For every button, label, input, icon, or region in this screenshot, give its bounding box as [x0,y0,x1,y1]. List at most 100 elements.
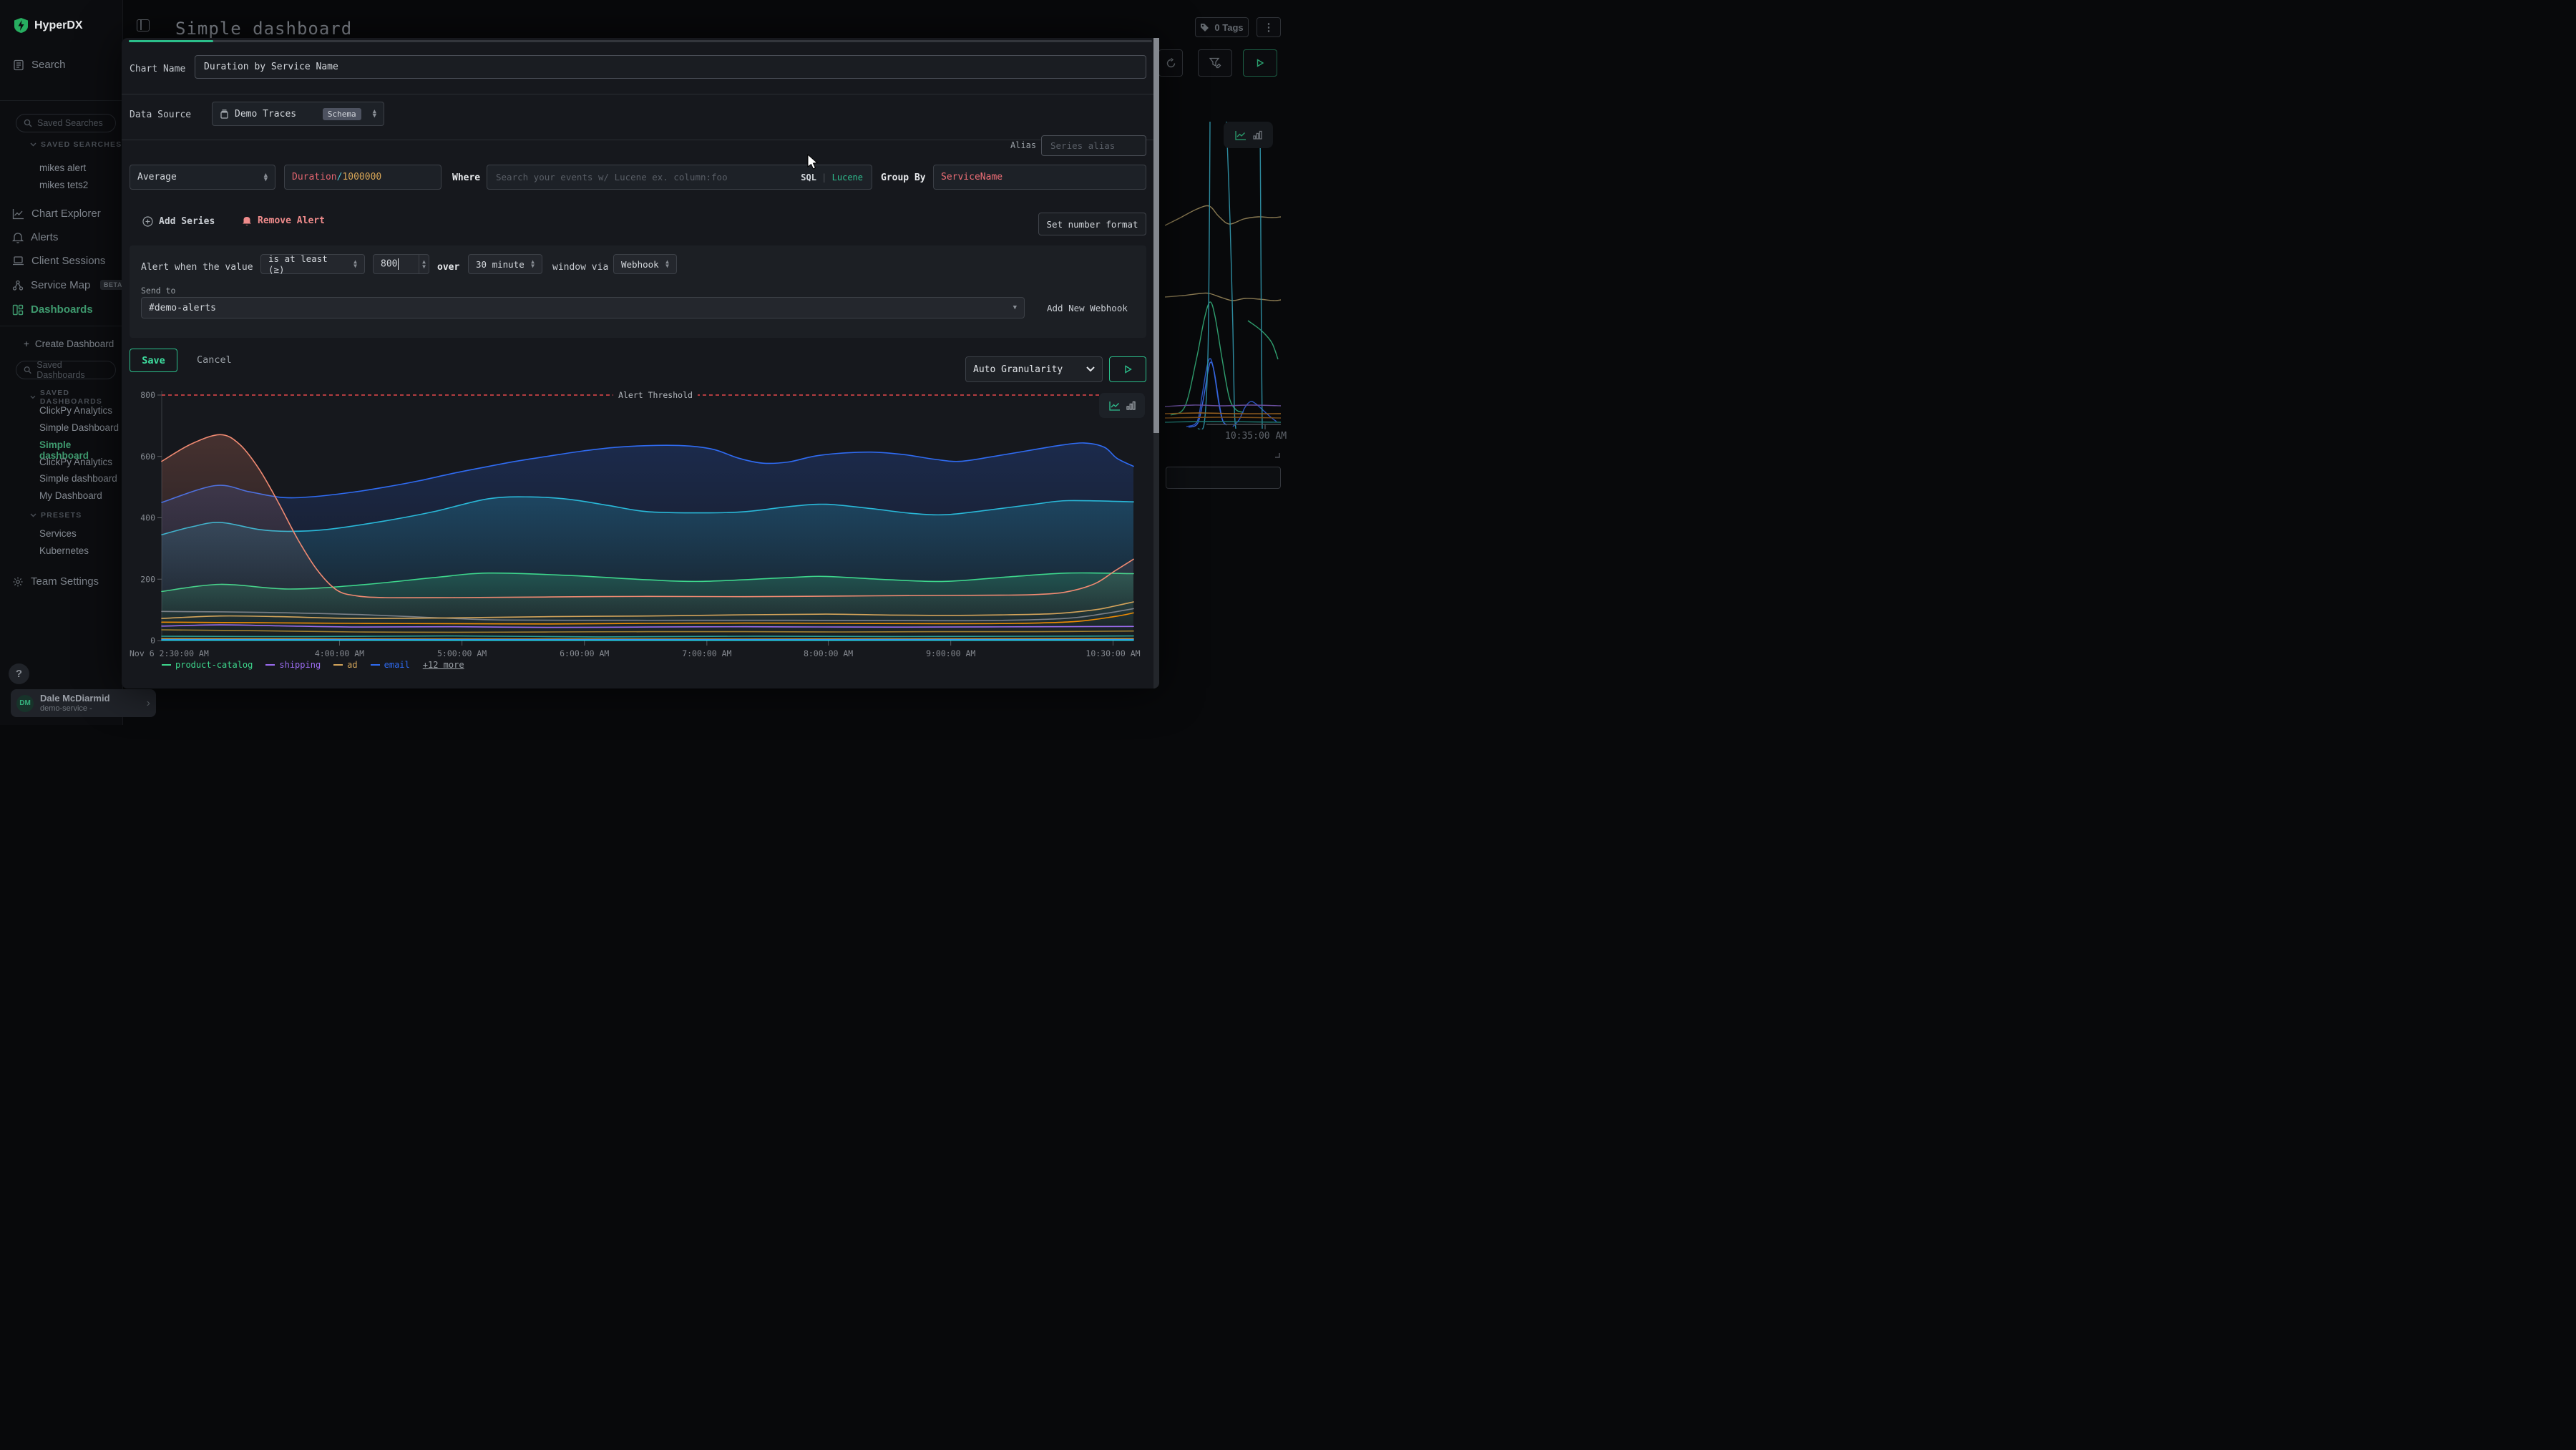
alias-input[interactable] [1041,135,1146,156]
remove-alert-button[interactable]: Remove Alert [242,215,325,226]
background-chart-type-toggle[interactable] [1224,122,1273,148]
select-chevrons-icon: ▲▼ [531,260,535,268]
x-tick-label: 6:00:00 AM [560,648,609,658]
saved-searches-input[interactable]: Saved Searches [16,114,116,132]
create-dashboard-button[interactable]: +Create Dashboard [24,339,114,349]
brand-name: HyperDX [34,19,83,32]
tags-button[interactable]: 0 Tags [1195,17,1249,37]
chart-legend: product-catalog shipping ad email +12 more [162,660,464,670]
preset-item[interactable]: Services [39,528,77,539]
dashboard-item[interactable]: ClickPy Analytics [39,457,112,467]
dashboard-item[interactable]: Simple Dashboard [39,422,119,433]
set-number-format-button[interactable]: Set number format [1038,213,1146,235]
active-tab-indicator[interactable] [129,40,213,42]
gear-icon [12,576,24,588]
filter-button[interactable] [1198,49,1232,77]
group-by-label: Group By [881,172,926,183]
page-title: Simple dashboard [175,19,352,39]
alert-threshold-input[interactable]: 800 ▲▼ [373,254,429,274]
background-series-line [1186,359,1226,427]
run-query-button[interactable] [1243,49,1277,77]
section-saved-dashboards[interactable]: SAVED DASHBOARDS [30,389,122,406]
sidebar-item-dashboards[interactable]: Dashboards [12,303,93,316]
section-presets[interactable]: PRESETS [30,511,82,520]
run-chart-button[interactable] [1109,356,1146,382]
chart-type-toggle[interactable] [1099,393,1145,418]
preset-item[interactable]: Kubernetes [39,545,89,556]
data-source-select[interactable]: Demo Traces Schema ▲▼ [212,102,384,126]
background-series-line [1165,417,1281,418]
bar-chart-icon [1126,401,1136,410]
search-icon [24,366,31,374]
saved-search-item[interactable]: mikes alert [39,162,86,173]
refresh-button[interactable] [1158,49,1183,77]
cancel-button[interactable]: Cancel [190,351,239,369]
legend-item--12-more[interactable]: +12 more [423,660,464,670]
number-spinner[interactable]: ▲▼ [419,255,429,273]
group-by-input[interactable]: ServiceName [933,165,1146,190]
edit-chart-drawer: Chart Name Data Source Demo Traces Schem… [122,38,1159,688]
y-tick-label: 600 [140,452,155,462]
background-series-line [1260,122,1262,429]
duration-chart[interactable]: 0200400600800Nov 6 2:30:00 AM4:00:00 AM5… [130,381,1150,678]
add-series-button[interactable]: Add Series [142,216,215,227]
legend-item-shipping[interactable]: shipping [265,660,321,670]
line-chart-icon [1109,401,1121,411]
play-icon [1256,59,1264,67]
sidebar-item-team-settings[interactable]: Team Settings [12,575,99,588]
sidebar-item-service-map[interactable]: Service Map [12,279,90,291]
alert-condition-select[interactable]: is at least (≥) ▲▼ [260,254,365,274]
aggregation-select[interactable]: Average ▲▼ [130,165,275,190]
send-to-select[interactable]: #demo-alerts ▼ [141,297,1025,318]
legend-label: shipping [279,660,321,670]
legend-item-email[interactable]: email [371,660,410,670]
section-saved-searches[interactable]: SAVED SEARCHES [30,140,122,149]
data-source-value: Demo Traces [235,109,317,120]
saved-searches-placeholder: Saved Searches [37,118,103,128]
database-icon [220,110,229,119]
dashboard-item[interactable]: ClickPy Analytics [39,405,112,416]
plus-icon: + [24,339,29,349]
field-name: Duration [292,172,337,183]
modal-scrollbar[interactable] [1153,38,1159,688]
add-new-webhook-button[interactable]: Add New Webhook [1047,303,1128,313]
data-source-label: Data Source [130,110,191,120]
scrollbar-thumb[interactable] [1153,38,1159,433]
sidebar-item-chart-explorer[interactable]: Chart Explorer [12,208,101,220]
save-button[interactable]: Save [130,349,177,372]
dashboards-icon [12,304,24,316]
granularity-select[interactable]: Auto Granularity [965,356,1103,382]
legend-item-product-catalog[interactable]: product-catalog [162,660,253,670]
legend-label: email [384,660,410,670]
saved-dashboards-input[interactable]: Saved Dashboards [16,361,116,379]
sidebar-item-label: Service Map [31,279,90,291]
legend-label: ad [347,660,357,670]
user-menu[interactable]: DM Dale McDiarmid demo-service - › [11,689,156,717]
lucene-toggle[interactable]: Lucene [832,172,863,183]
x-tick-label: 7:00:00 AM [682,648,731,658]
sidebar-item-search[interactable]: Search [13,59,66,71]
send-to-label: Send to [141,286,175,296]
legend-item-ad[interactable]: ad [333,660,357,670]
sql-toggle[interactable]: SQL [801,172,816,183]
more-menu-button[interactable]: ⋮ [1257,17,1281,37]
field-expression-input[interactable]: Duration/1000000 [284,165,441,190]
plus-circle-icon [142,216,153,227]
sidebar-item-alerts[interactable]: Alerts [12,231,58,243]
resize-handle[interactable] [1273,451,1280,458]
background-series-line [1165,405,1281,407]
brand-logo[interactable]: HyperDX [14,18,83,33]
text-cursor [398,258,399,270]
line-chart-icon [1235,130,1246,140]
alert-window-select[interactable]: 30 minute ▲▼ [468,254,542,274]
saved-search-item[interactable]: mikes tets2 [39,180,88,190]
help-button[interactable]: ? [9,663,29,684]
dashboard-item[interactable]: My Dashboard [39,490,102,501]
dashboard-item[interactable]: Simple dashboard [39,473,117,484]
sidebar-item-client-sessions[interactable]: Client Sessions [12,255,105,267]
sidebar-item-label: Chart Explorer [31,208,101,220]
alert-channel-select[interactable]: Webhook ▲▼ [613,254,677,274]
sidebar-toggle-button[interactable] [137,19,150,31]
chart-name-input[interactable] [195,55,1146,79]
where-search-field[interactable] [496,172,801,183]
